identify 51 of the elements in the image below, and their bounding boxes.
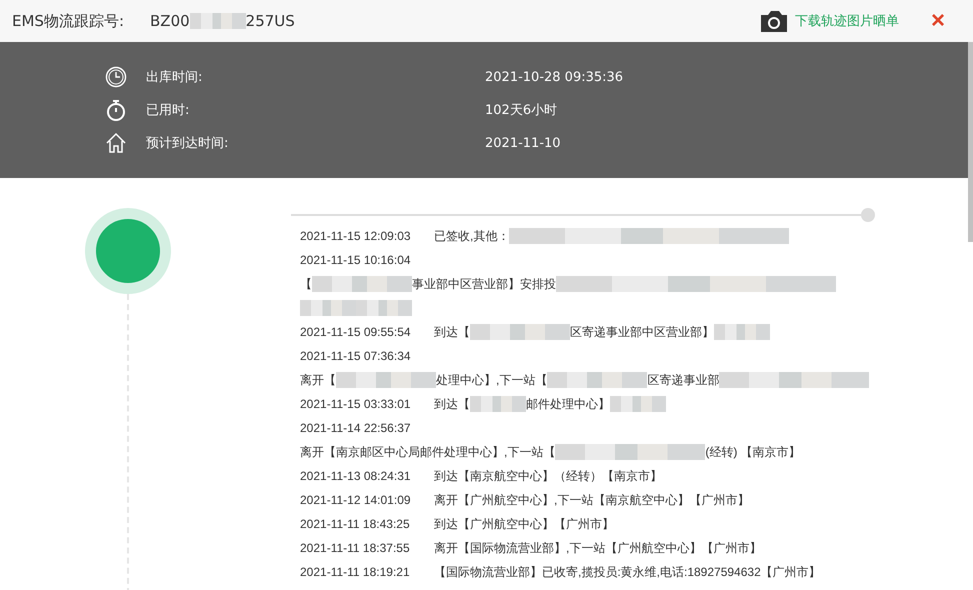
tracking-number: BZ00 (150, 12, 190, 30)
redacted-text (356, 300, 412, 316)
event-text: 邮件处理中心】 (526, 396, 610, 412)
event-time: 2021-11-11 18:43:25 (300, 517, 411, 531)
camera-icon (758, 9, 789, 33)
event-text: 已签收,其他： (434, 228, 510, 244)
info-label: 已用时: (146, 102, 190, 119)
info-value: 2021-10-28 09:35:36 (485, 70, 624, 84)
event-text: 区寄递事业部 (647, 372, 720, 388)
event-text: 离开【国际物流营业部】,下一站【广州航空中心】【广州市】 (434, 540, 762, 556)
event-time: 2021-11-15 07:36:34 (300, 349, 412, 363)
event-text: 【国际物流营业部】已收寄,揽投员:黄永维,电话:18927594632【广州市】 (434, 564, 821, 580)
event-text: 离开【 (300, 372, 336, 388)
event-time: 2021-11-15 03:33:01 (300, 397, 412, 411)
event-text: (经转) 【南京市】 (705, 444, 801, 460)
event-time: 2021-11-14 22:56:37 (300, 421, 412, 435)
info-label: 出库时间: (146, 69, 204, 86)
redacted-text (470, 396, 526, 412)
scrollbar[interactable] (968, 42, 973, 242)
event-text: 到达【广州航空中心】【广州市】 (434, 516, 614, 532)
event-time: 2021-11-15 10:16:04 (300, 253, 412, 267)
event-time: 2021-11-12 14:01:09 (300, 493, 412, 507)
stopwatch-icon (105, 99, 127, 121)
redacted-text (190, 13, 246, 29)
event-text: 到达【 (434, 324, 470, 340)
event-text: 事业部中区营业部】安排投 (412, 276, 556, 292)
info-value: 102天6小时 (485, 102, 558, 119)
close-button[interactable]: × (930, 11, 945, 31)
event-text: 到达【南京航空中心】（经转）【南京市】 (434, 468, 662, 484)
event-time: 2021-11-15 12:09:03 (300, 229, 412, 243)
event-time: 2021-11-11 18:19:21 (300, 565, 411, 579)
clock-icon (105, 66, 127, 88)
event-text: 区寄递事业部中区营业部】 (570, 324, 714, 340)
redacted-text (300, 300, 356, 316)
info-value: 2021-11-10 (485, 136, 561, 150)
event-time: 2021-11-15 09:55:54 (300, 325, 412, 339)
track-end-dot (861, 208, 875, 222)
event-text: 到达【 (434, 396, 470, 412)
event-text: 【 (300, 276, 312, 292)
redacted-text (610, 396, 666, 412)
event-text: 处理中心】,下一站【 (436, 372, 548, 388)
event-time: 2021-11-13 08:24:31 (300, 469, 412, 483)
tracking-label: EMS物流跟踪号: (12, 12, 124, 30)
event-time: 2021-11-11 18:37:55 (300, 541, 411, 555)
info-label: 预计到达时间: (146, 135, 230, 152)
home-icon (105, 132, 127, 154)
redacted-text (714, 324, 770, 340)
download-link[interactable]: 下载轨迹图片晒单 (794, 12, 899, 30)
tracking-number: 257US (246, 12, 295, 30)
event-text: 离开【广州航空中心】,下一站【南京航空中心】【广州市】 (434, 492, 750, 508)
event-text: 离开【南京邮区中心局邮件处理中心】,下一站【 (300, 444, 556, 460)
